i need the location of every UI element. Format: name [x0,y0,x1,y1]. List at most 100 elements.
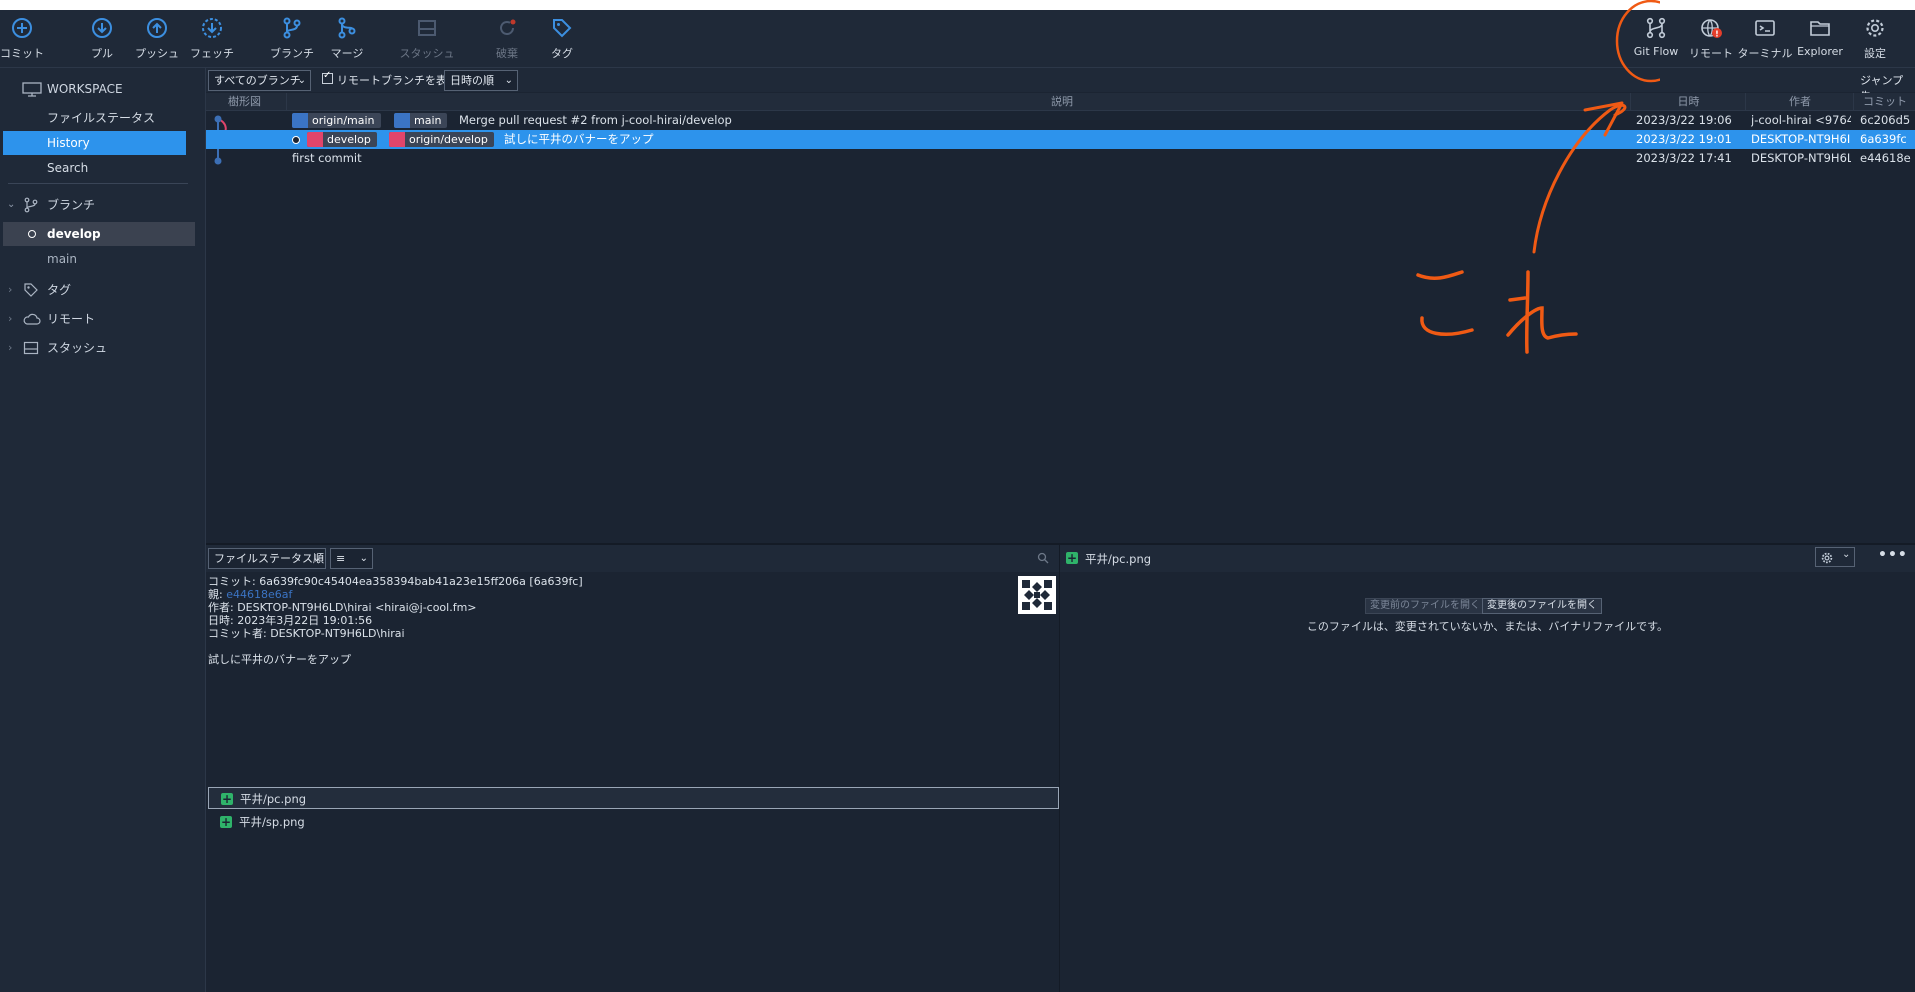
sidebar-item-file-status[interactable]: ファイルステータス [0,106,205,130]
commit-hash: e44618e [1860,151,1911,165]
commit-message: Merge pull request #2 from j-cool-hirai/… [459,113,732,127]
branch-icon [283,17,301,39]
sidebar-item-branch-develop[interactable]: develop [3,222,195,246]
branch-filter-value: すべてのブランチ [214,74,301,87]
added-file-icon: + [1066,551,1078,565]
sidebar-item-branch-main[interactable]: main [0,247,205,271]
stashes-header[interactable]: › スタッシュ [0,335,205,361]
tags-header[interactable]: › タグ [0,277,205,303]
sidebar-item-history[interactable]: History [3,131,186,155]
sort-value: 日時の順 [450,74,494,87]
fetch-label: フェッチ [190,47,234,60]
tag-icon [553,19,572,38]
current-branch-icon [28,230,36,238]
current-branch-icon [292,136,300,144]
chevron-right-icon: › [8,312,13,325]
svg-text:!: ! [1715,30,1719,39]
sidebar: WORKSPACE ファイルステータス History Search ⌄ ブラン… [0,68,206,992]
view-mode-select[interactable]: ≡ ⌄ [330,548,373,569]
merge-button[interactable]: マージ [315,16,379,61]
branches-label: ブランチ [47,198,96,212]
show-remote-label: リモートブランチを表示 [337,74,458,87]
remotes-header[interactable]: › リモート [0,306,205,332]
terminal-icon [1755,20,1775,36]
sidebar-item-search[interactable]: Search [0,156,205,180]
chevron-down-icon: ⌄ [7,199,16,210]
workspace-header[interactable]: WORKSPACE [0,76,205,102]
settings-button[interactable]: 設定 [1843,16,1907,61]
diff-file-name: 平井/pc.png [1085,552,1152,566]
open-before-button[interactable]: 変更前のファイルを開く [1365,598,1485,614]
list-icon: ≡ [336,552,346,565]
workspace-label: WORKSPACE [47,82,123,96]
binary-file-notice: このファイルは、変更されていないか、または、バイナリファイルです。 [1306,620,1669,633]
sidebar-item-label: Search [47,161,89,175]
diff-options-button[interactable]: ⌄ [1815,547,1855,567]
author-column-header[interactable]: 作者 [1745,93,1854,110]
show-remote-checkbox[interactable]: ✓ [322,70,333,84]
chevron-down-icon: ⌄ [504,75,513,86]
branch-icon [307,132,323,147]
file-sort-select[interactable]: ファイルステータス順 ⌄ [208,548,326,569]
settings-label: 設定 [1864,47,1886,60]
branch-tag-label: origin/develop [409,133,488,146]
push-icon [147,18,167,38]
list-item[interactable]: + 平井/pc.png [208,787,1059,809]
parent-line: 親: e44618e6af [208,588,292,601]
commit-hash: 6a639fc [1860,132,1907,146]
remote-branch-icon [292,113,308,128]
tag-button[interactable]: タグ [530,16,594,61]
stash-label: スタッシュ [399,47,455,60]
commit-details: コミット: 6a639fc90c45404ea358394bab41a23e15… [206,573,1059,783]
added-file-icon: + [220,815,232,829]
chevron-down-icon: ⌄ [359,553,368,564]
commit-button[interactable]: コミット [0,16,54,61]
gear-icon [1821,552,1833,564]
folder-icon [1810,21,1830,36]
branch-tag: main [394,113,448,128]
diff-pane: 変更前のファイルを開く 変更後のファイルを開く このファイルは、変更されていない… [1060,573,1915,992]
list-item[interactable]: + 平井/sp.png [208,811,1059,833]
commit-author: j-cool-hirai <97645 [1751,113,1851,127]
chevron-down-icon: ⌄ [1842,549,1851,560]
stashes-label: スタッシュ [47,341,108,355]
discard-icon [500,19,516,35]
commit-message: 試しに平井のバナーをアップ [504,132,654,146]
tag-icon [24,283,38,297]
committer-line: コミット者: DESKTOP-NT9H6LD\hirai [208,627,405,640]
open-after-button[interactable]: 変更後のファイルを開く [1482,598,1602,614]
commit-icon [12,18,32,38]
branch-tag-label: main [414,114,442,127]
remotes-label: リモート [47,312,96,326]
branches-header[interactable]: ⌄ ブランチ [0,192,205,218]
commit-hash: 6c206d5 [1860,113,1911,127]
commit-author: DESKTOP-NT9H6LI [1751,151,1851,165]
pull-icon [92,18,112,38]
stash-button[interactable]: スタッシュ [395,16,459,61]
annotation-circle [1615,0,1660,83]
annotation-text: これ [0,0,1,1]
sidebar-item-label: History [47,136,90,150]
annotation-handwriting [1416,270,1474,336]
commit-author: DESKTOP-NT9H6I [1751,132,1851,146]
sort-select[interactable]: 日時の順 ⌄ [444,70,518,91]
fetch-icon [202,18,222,38]
sidebar-item-label: ファイルステータス [47,111,156,125]
more-icon[interactable]: ••• [1878,547,1908,563]
gear-icon [1866,19,1884,37]
graph-column-header[interactable]: 樹形図 [228,93,261,110]
fetch-button[interactable]: フェッチ [180,16,244,61]
search-icon[interactable] [1037,552,1049,564]
tag-label: タグ [551,47,573,60]
merge-icon [338,17,356,39]
commit-message: first commit [292,151,362,165]
branch-filter-select[interactable]: すべてのブランチ ⌄ [208,70,311,91]
chevron-right-icon: › [8,283,13,296]
parent-hash-link[interactable]: e44618e6af [226,588,292,601]
commit-label: コミット [0,47,44,60]
sidebar-item-label: main [47,252,77,266]
globe-icon: ! [1701,19,1722,39]
chevron-down-icon: ⌄ [312,553,321,564]
check-icon: ✓ [323,70,332,81]
commit-column-header[interactable]: コミット [1853,93,1915,110]
